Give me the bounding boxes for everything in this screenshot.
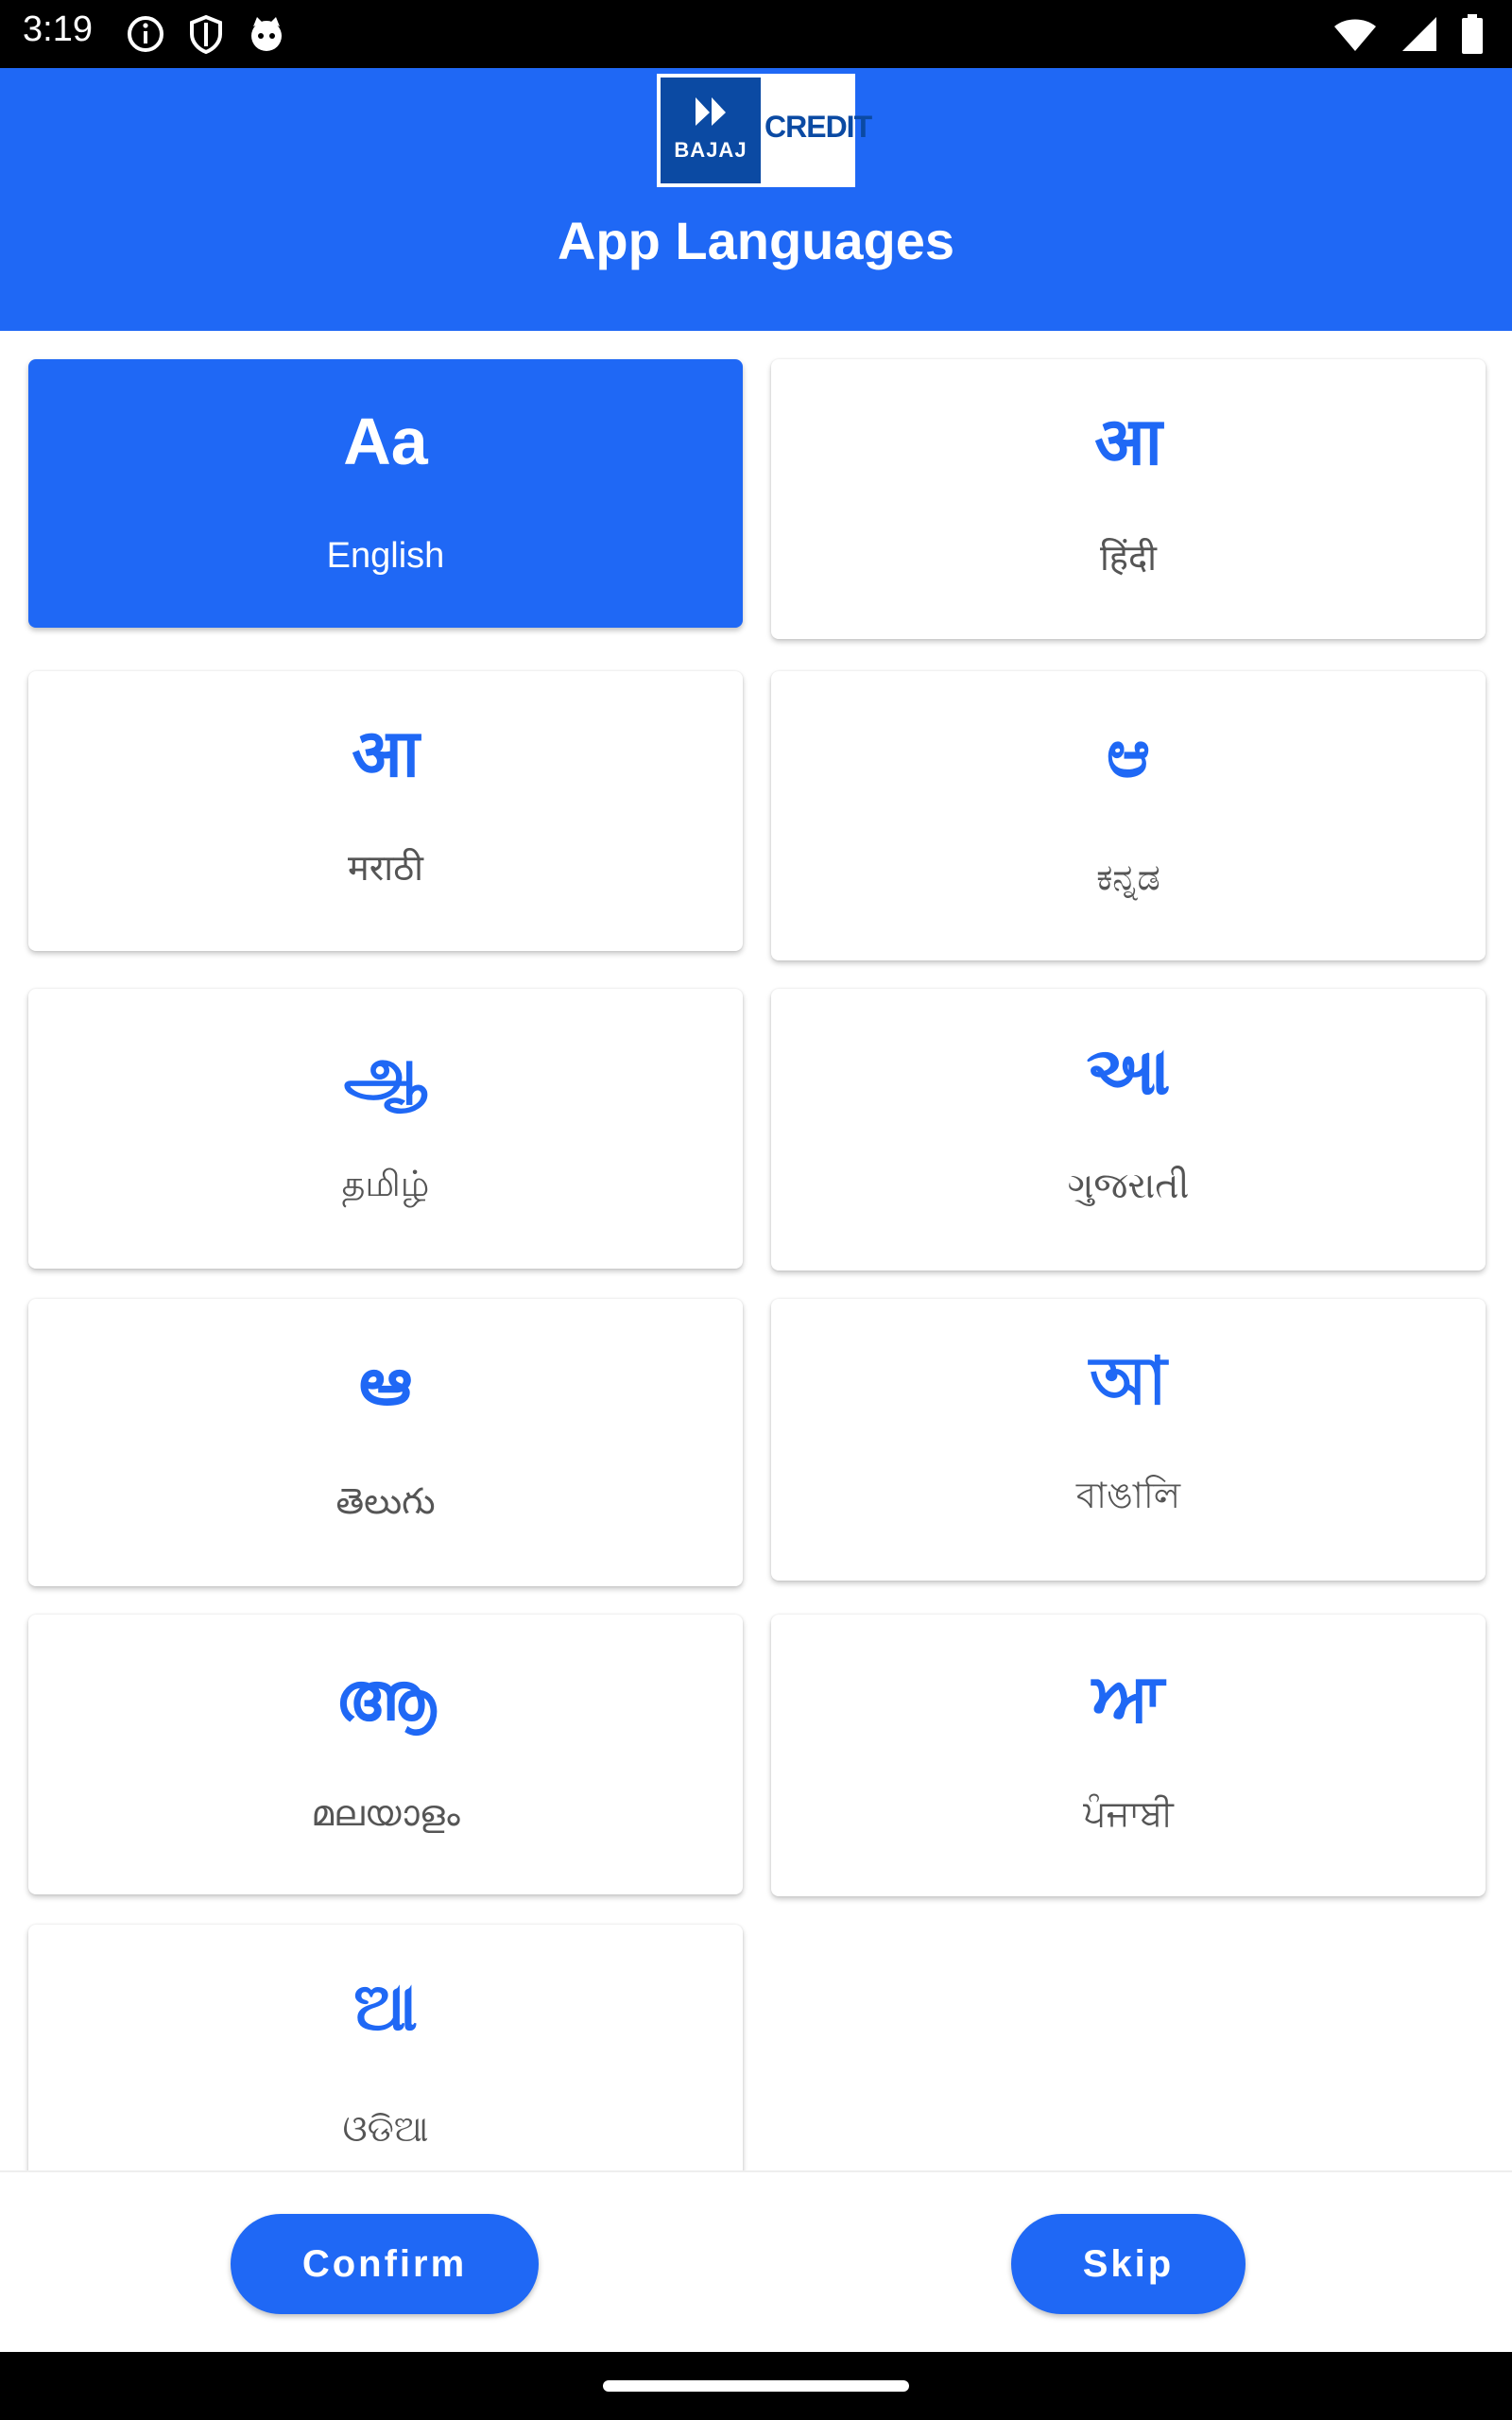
page-title: App Languages — [557, 211, 955, 270]
language-glyph: আ — [1090, 1342, 1167, 1420]
language-card-bengali[interactable]: আ বাঙালি — [771, 1299, 1486, 1581]
wifi-icon — [1334, 19, 1376, 51]
language-card-punjabi[interactable]: ਆ ਪੰਜਾਬੀ — [771, 1615, 1486, 1896]
language-glyph: Aa — [343, 405, 428, 478]
language-name: English — [326, 536, 445, 576]
home-gesture-handle[interactable] — [603, 2380, 909, 2392]
language-name: বাঙালি — [1075, 1475, 1181, 1516]
status-icons-left — [125, 13, 287, 55]
language-glyph: ਆ — [1091, 1658, 1165, 1736]
language-name: മലയാളം — [311, 1792, 460, 1834]
language-glyph: ఆ — [359, 1342, 412, 1420]
language-name: ਪੰਜਾਬੀ — [1083, 1792, 1174, 1834]
logo-credit-text: CREDIT — [765, 110, 872, 144]
language-card-marathi[interactable]: आ मराठी — [28, 671, 743, 951]
status-time: 3:19 — [23, 9, 93, 49]
language-card-telugu[interactable]: ఆ తెలుగు — [28, 1299, 743, 1586]
language-glyph: ಆ — [1106, 715, 1151, 792]
language-card-odia[interactable]: ଆ ଓଡିଆ — [28, 1925, 743, 2170]
language-name: ಕನ್ನಡ — [1096, 856, 1160, 898]
language-name: தமிழ் — [341, 1163, 430, 1204]
language-card-gujarati[interactable]: આ ગુજરાતી — [771, 989, 1486, 1270]
language-name: ગુજરાતી — [1067, 1165, 1190, 1206]
language-glyph: आ — [1094, 403, 1162, 480]
navigation-bar — [0, 2352, 1512, 2420]
bajaj-credit-logo: BAJAJ CREDIT — [657, 74, 872, 187]
info-icon — [128, 16, 163, 52]
language-grid: Aa English आ हिंदी आ मराठी ಆ ಕನ್ನಡ ஆ தமி… — [0, 331, 1512, 2170]
language-glyph: ஆ — [343, 1032, 428, 1110]
language-card-tamil[interactable]: ஆ தமிழ் — [28, 989, 743, 1269]
shield-icon — [190, 14, 222, 55]
language-glyph: આ — [1086, 1032, 1171, 1110]
language-card-english[interactable]: Aa English — [28, 359, 743, 628]
bajaj-logo-mark: BAJAJ — [661, 78, 761, 183]
skip-button[interactable]: Skip — [1011, 2214, 1246, 2314]
language-glyph: आ — [352, 715, 420, 792]
battery-icon — [1462, 14, 1483, 54]
language-name: मराठी — [347, 847, 424, 889]
logo-brand: BAJAJ — [674, 138, 747, 162]
language-card-hindi[interactable]: आ हिंदी — [771, 359, 1486, 639]
bottom-action-bar: Confirm Skip — [0, 2170, 1512, 2354]
language-name: తెలుగు — [335, 1480, 436, 1522]
signal-icon — [1402, 17, 1436, 51]
confirm-button[interactable]: Confirm — [231, 2214, 539, 2314]
language-name: ଓଡିଆ — [342, 2108, 429, 2150]
language-card-malayalam[interactable]: ആ മലയാളം — [28, 1615, 743, 1894]
cat-icon — [251, 17, 282, 51]
status-icons-right — [1332, 13, 1484, 55]
app-header: BAJAJ CREDIT App Languages — [0, 68, 1512, 331]
status-bar: 3:19 — [0, 0, 1512, 68]
language-glyph: ଆ — [353, 1968, 418, 2046]
language-card-kannada[interactable]: ಆ ಕನ್ನಡ — [771, 671, 1486, 960]
language-name: हिंदी — [1099, 537, 1158, 579]
bajaj-emblem-icon — [696, 97, 726, 126]
language-glyph: ആ — [335, 1658, 437, 1736]
